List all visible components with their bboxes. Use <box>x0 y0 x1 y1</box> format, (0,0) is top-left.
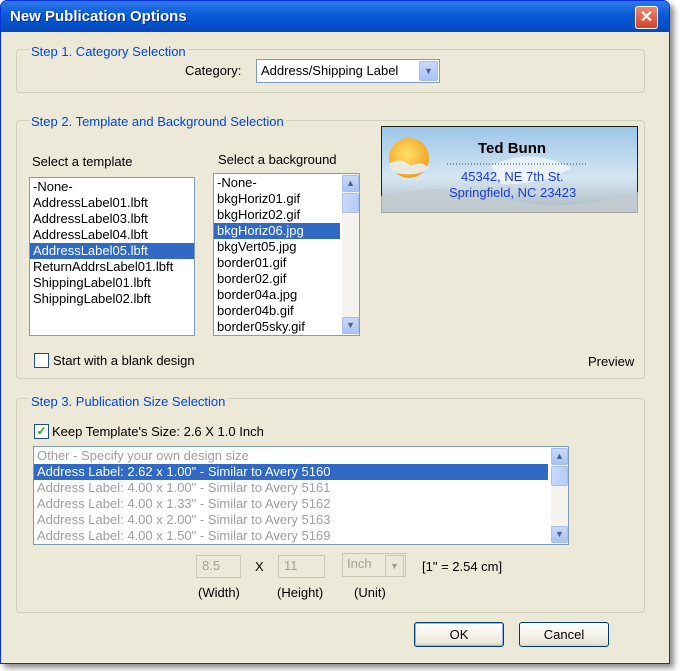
width-label: (Width) <box>198 585 240 600</box>
template-item[interactable]: AddressLabel01.lbft <box>30 195 194 211</box>
background-item[interactable]: border04b.gif <box>214 303 340 319</box>
preview-panel: Ted Bunn 45342, NE 7th St. Springfield, … <box>373 123 638 370</box>
background-item[interactable]: -None- <box>214 175 340 191</box>
dialog-title: New Publication Options <box>10 8 187 25</box>
size-item-selected[interactable]: Address Label: 2.62 x 1.00" - Similar to… <box>34 464 548 480</box>
blank-design-label: Start with a blank design <box>53 353 195 368</box>
size-item[interactable]: Address Label: 4.00 x 1.33" - Similar to… <box>34 496 548 512</box>
preview-label: Preview <box>588 354 635 369</box>
step1-label: Step 1. Category Selection <box>29 44 188 59</box>
unit-value: Inch <box>347 556 372 571</box>
template-item[interactable]: ReturnAddrsLabel01.lbft <box>30 259 194 275</box>
background-item[interactable]: border05sky.gif <box>214 319 340 335</box>
background-list-label: Select a background <box>218 152 337 167</box>
step2-label: Step 2. Template and Background Selectio… <box>29 114 286 129</box>
template-list[interactable]: -None- AddressLabel01.lbft AddressLabel0… <box>29 177 195 336</box>
preview-address-line2: Springfield, NC 23423 <box>449 185 577 200</box>
conversion-note: [1" = 2.54 cm] <box>422 559 503 574</box>
scroll-thumb[interactable] <box>551 466 568 486</box>
template-list-label: Select a template <box>32 154 133 169</box>
blank-design-checkbox[interactable] <box>34 353 49 368</box>
template-item-selected[interactable]: AddressLabel05.lbft <box>30 243 194 259</box>
dimension-separator: X <box>255 559 264 574</box>
chevron-down-icon[interactable]: ▼ <box>385 555 404 577</box>
scroll-up-icon[interactable]: ▲ <box>551 448 568 465</box>
background-item[interactable]: bkgHoriz01.gif <box>214 191 340 207</box>
category-value: Address/Shipping Label <box>261 63 399 78</box>
keep-size-checkbox[interactable]: ✓ <box>34 424 49 439</box>
scroll-down-icon[interactable]: ▼ <box>551 526 568 543</box>
category-label: Category: <box>185 63 242 78</box>
height-label: (Height) <box>277 585 324 600</box>
template-item[interactable]: AddressLabel04.lbft <box>30 227 194 243</box>
preview-name: Ted Bunn <box>478 140 547 157</box>
template-item[interactable]: ShippingLabel01.lbft <box>30 275 194 291</box>
scroll-up-icon[interactable]: ▲ <box>342 175 359 192</box>
background-list[interactable]: -None- bkgHoriz01.gif bkgHoriz02.gif bkg… <box>213 173 360 336</box>
step3-label: Step 3. Publication Size Selection <box>29 394 228 409</box>
ok-button[interactable]: OK <box>414 622 504 647</box>
close-button[interactable]: ✕ <box>635 6 658 29</box>
background-scrollbar[interactable]: ▲ ▼ <box>342 174 359 335</box>
size-list[interactable]: Other - Specify your own design size Add… <box>33 446 569 545</box>
background-item[interactable]: border04a.jpg <box>214 287 340 303</box>
scroll-down-icon[interactable]: ▼ <box>342 317 359 334</box>
background-item-selected[interactable]: bkgHoriz06.jpg <box>214 223 340 239</box>
title-bar[interactable]: New Publication Options ✕ <box>1 1 669 32</box>
background-item[interactable]: bkgVert05.jpg <box>214 239 340 255</box>
dialog-window: New Publication Options ✕ Step 1. Catego… <box>0 0 670 664</box>
height-input[interactable]: 11 <box>278 555 325 578</box>
size-item[interactable]: Address Label: 4.00 x 2.00" - Similar to… <box>34 512 548 528</box>
size-item[interactable]: Address Label: 4.00 x 1.50" - Similar to… <box>34 528 548 544</box>
unit-select[interactable]: Inch ▼ <box>342 553 406 577</box>
width-input[interactable]: 8.5 <box>196 555 241 578</box>
template-item[interactable]: ShippingLabel02.lbft <box>30 291 194 307</box>
scroll-thumb[interactable] <box>342 193 359 213</box>
cancel-button[interactable]: Cancel <box>519 622 609 647</box>
template-item[interactable]: AddressLabel03.lbft <box>30 211 194 227</box>
size-scrollbar[interactable]: ▲ ▼ <box>551 447 568 544</box>
template-item[interactable]: -None- <box>30 179 194 195</box>
unit-label: (Unit) <box>354 585 386 600</box>
size-item[interactable]: Other - Specify your own design size <box>34 448 548 464</box>
category-select[interactable]: Address/Shipping Label ▼ <box>256 59 440 83</box>
background-item[interactable]: bkgHoriz02.gif <box>214 207 340 223</box>
chevron-down-icon[interactable]: ▼ <box>419 61 438 81</box>
background-item[interactable]: border02.gif <box>214 271 340 287</box>
keep-size-label: Keep Template's Size: 2.6 X 1.0 Inch <box>52 424 264 439</box>
preview-address-line1: 45342, NE 7th St. <box>461 169 564 184</box>
background-item[interactable]: border01.gif <box>214 255 340 271</box>
size-item[interactable]: Address Label: 4.00 x 1.00" - Similar to… <box>34 480 548 496</box>
